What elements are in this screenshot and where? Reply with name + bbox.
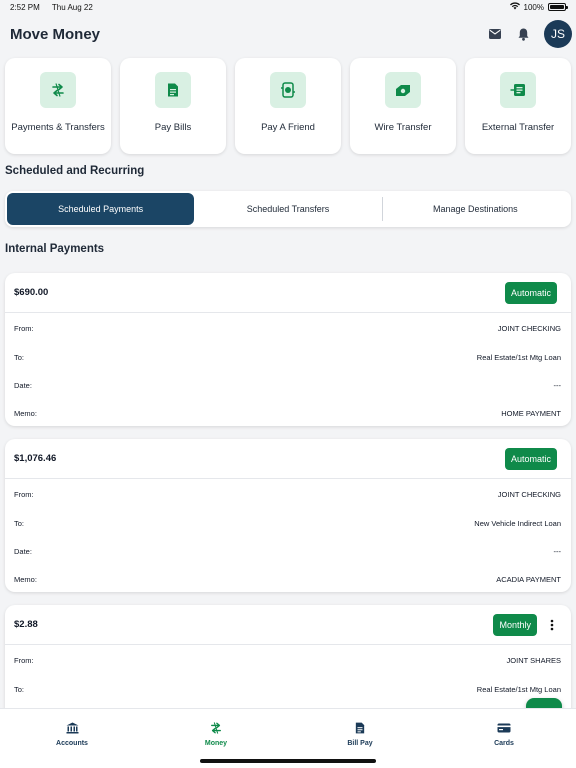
- from-row: From: JOINT CHECKING: [5, 313, 571, 343]
- tab-manage-destinations[interactable]: Manage Destinations: [381, 193, 569, 225]
- date-value: ---: [553, 546, 562, 556]
- bill-icon: [355, 721, 365, 735]
- quick-action-label: Payments & Transfers: [11, 121, 105, 133]
- more-options-icon[interactable]: [547, 618, 557, 632]
- status-time: 2:52 PM: [10, 2, 40, 12]
- transfer-arrows-icon: [40, 72, 76, 108]
- quick-actions: Payments & Transfers Pay Bills Pay A Fri…: [5, 58, 571, 154]
- page-title: Move Money: [10, 25, 101, 43]
- payment-header-right: Monthly: [493, 613, 557, 636]
- payment-card[interactable]: $690.00 Automatic From: JOINT CHECKING T…: [5, 273, 571, 426]
- quick-action-label: Pay Bills: [154, 121, 192, 133]
- payment-card-header: $690.00 Automatic: [5, 273, 571, 313]
- header-actions: JS: [488, 20, 572, 48]
- bill-icon: [155, 72, 191, 108]
- from-value: JOINT SHARES: [506, 655, 561, 665]
- status-date: Thu Aug 22: [51, 2, 93, 12]
- payment-card-header: $1,076.46 Automatic: [5, 439, 571, 479]
- bank-icon: [66, 721, 79, 735]
- memo-row: Memo: HOME PAYMENT: [5, 399, 571, 426]
- frequency-badge: Automatic: [504, 447, 557, 470]
- from-label: From:: [14, 323, 34, 333]
- date-label: Date:: [14, 546, 32, 556]
- internal-payments-title: Internal Payments: [5, 243, 105, 255]
- nav-item-cards[interactable]: Cards: [432, 709, 576, 768]
- avatar[interactable]: JS: [544, 20, 572, 48]
- status-bar: 2:52 PM Thu Aug 22 100%: [0, 0, 576, 14]
- date-row: Date: ---: [5, 537, 571, 565]
- memo-value: ACADIA PAYMENT: [496, 574, 561, 584]
- from-label: From:: [14, 655, 34, 665]
- to-value: New Vehicle Indirect Loan: [474, 518, 561, 528]
- frequency-badge: Automatic: [504, 281, 557, 304]
- wire-transfer-icon: [385, 72, 421, 108]
- transfer-arrows-icon: [209, 721, 223, 735]
- memo-label: Memo:: [14, 408, 37, 418]
- pay-friend-icon: [270, 72, 306, 108]
- nav-label: Accounts: [56, 740, 88, 747]
- memo-row: Memo: ACADIA PAYMENT: [5, 565, 571, 592]
- memo-label: Memo:: [14, 574, 37, 584]
- date-row: Date: ---: [5, 371, 571, 399]
- scheduled-section-title: Scheduled and Recurring: [5, 165, 145, 177]
- status-right: 100%: [509, 2, 568, 12]
- pay-a-friend-button[interactable]: Pay A Friend: [235, 58, 341, 154]
- date-label: Date:: [14, 380, 32, 390]
- to-row: To: New Vehicle Indirect Loan: [5, 509, 571, 537]
- quick-action-label: External Transfer: [481, 121, 555, 133]
- nav-label: Bill Pay: [347, 740, 373, 747]
- bell-icon[interactable]: [516, 27, 530, 41]
- external-transfer-icon: [500, 72, 536, 108]
- from-row: From: JOINT CHECKING: [5, 479, 571, 509]
- payment-amount: $2.88: [14, 619, 38, 630]
- payment-amount: $1,076.46: [14, 453, 57, 464]
- mail-icon[interactable]: [488, 27, 502, 41]
- memo-value: HOME PAYMENT: [501, 408, 561, 418]
- card-icon: [497, 721, 511, 735]
- battery-percent: 100%: [523, 2, 544, 12]
- pay-bills-button[interactable]: Pay Bills: [120, 58, 226, 154]
- date-value: ---: [553, 380, 562, 390]
- wifi-icon: [509, 2, 520, 12]
- from-value: JOINT CHECKING: [497, 489, 561, 499]
- from-value: JOINT CHECKING: [497, 323, 561, 333]
- to-value: Real Estate/1st Mtg Loan: [476, 352, 561, 362]
- tab-scheduled-payments[interactable]: Scheduled Payments: [7, 193, 195, 225]
- nav-item-accounts[interactable]: Accounts: [0, 709, 144, 768]
- from-label: From:: [14, 489, 34, 499]
- home-indicator: [200, 759, 376, 763]
- to-label: To:: [14, 518, 25, 528]
- payment-amount: $690.00: [14, 287, 49, 298]
- payment-header-right: Automatic: [504, 447, 557, 470]
- quick-action-label: Wire Transfer: [374, 121, 432, 133]
- to-label: To:: [14, 352, 25, 362]
- frequency-badge: Monthly: [493, 613, 537, 636]
- to-value: Real Estate/1st Mtg Loan: [476, 684, 561, 694]
- payment-card-header: $2.88 Monthly: [5, 605, 571, 645]
- quick-action-label: Pay A Friend: [261, 121, 315, 133]
- nav-label: Cards: [494, 740, 514, 747]
- tab-scheduled-transfers[interactable]: Scheduled Transfers: [194, 193, 381, 225]
- wire-transfer-button[interactable]: Wire Transfer: [350, 58, 456, 154]
- from-row: From: JOINT SHARES: [5, 645, 571, 675]
- external-transfer-button[interactable]: External Transfer: [465, 58, 571, 154]
- to-label: To:: [14, 684, 25, 694]
- nav-label: Money: [204, 740, 228, 747]
- to-row: To: Real Estate/1st Mtg Loan: [5, 343, 571, 371]
- battery-icon: [548, 3, 568, 11]
- header: Move Money JS: [10, 18, 572, 50]
- payment-header-right: Automatic: [504, 281, 557, 304]
- payment-card[interactable]: $1,076.46 Automatic From: JOINT CHECKING…: [5, 439, 571, 592]
- scheduled-tabs: Scheduled Payments Scheduled Transfers M…: [5, 191, 571, 227]
- status-left: 2:52 PM Thu Aug 22: [10, 3, 103, 12]
- payments-transfers-button[interactable]: Payments & Transfers: [5, 58, 111, 154]
- to-row: To: Real Estate/1st Mtg Loan: [5, 675, 571, 703]
